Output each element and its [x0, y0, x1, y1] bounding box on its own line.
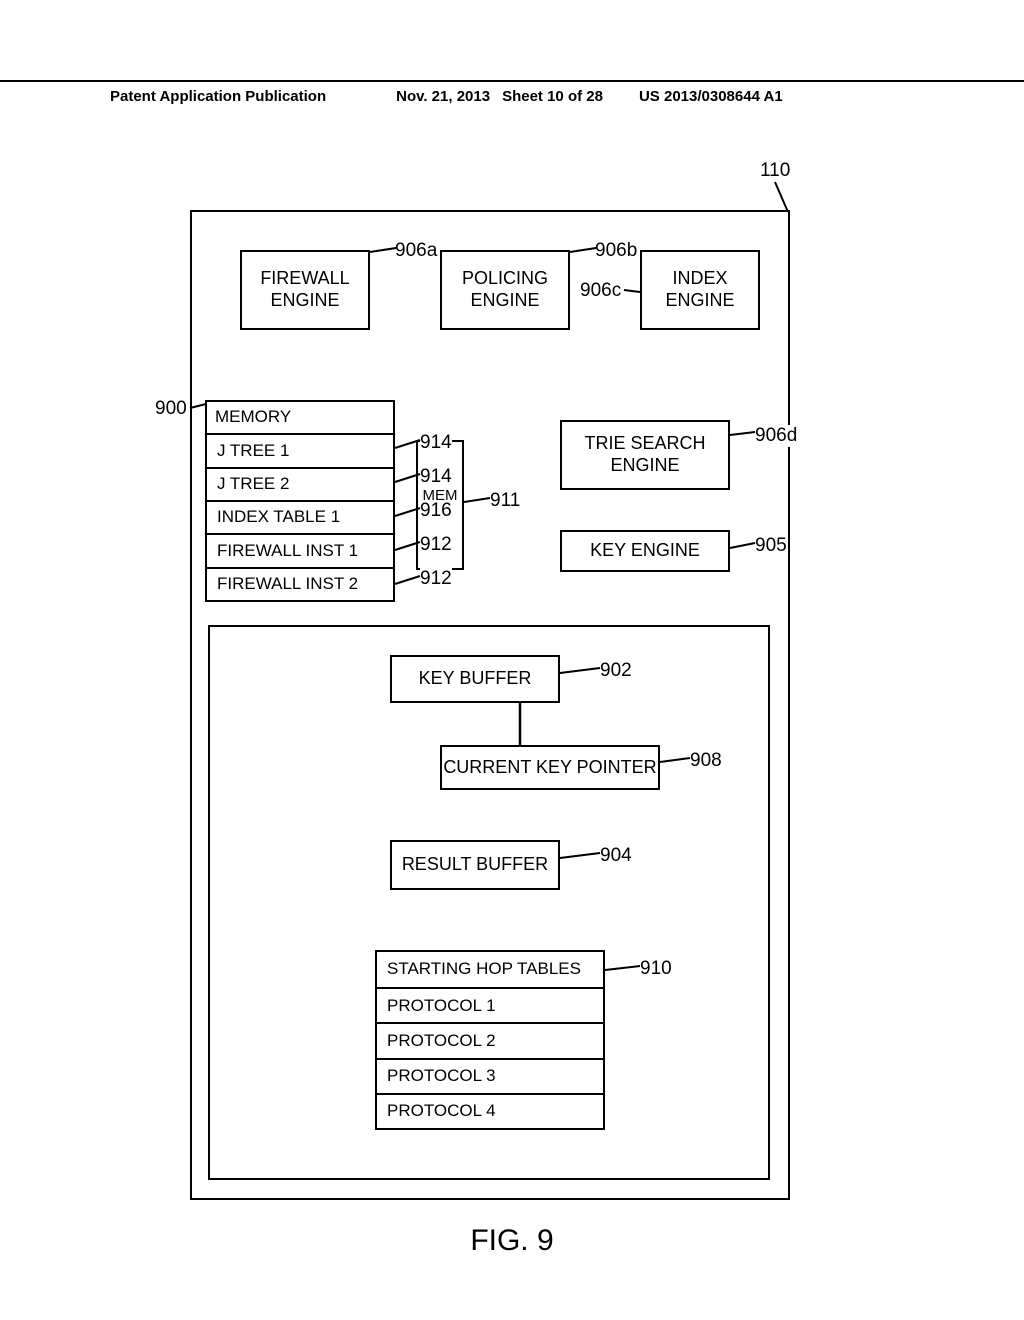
figure-diagram: FIREWALL ENGINE POLICING ENGINE INDEX EN… [100, 150, 890, 1210]
memory-title: MEMORY [207, 402, 393, 433]
memory-box: MEMORY J TREE 1 J TREE 2 INDEX TABLE 1 F… [205, 400, 395, 602]
ref-914a: 914 [420, 432, 452, 454]
ref-914b: 914 [420, 466, 452, 488]
header-pubno: US 2013/0308644 A1 [639, 88, 783, 105]
figure-caption: FIG. 9 [0, 1224, 1024, 1258]
page-header: Patent Application Publication Nov. 21, … [0, 80, 1024, 105]
result-buffer-box: RESULT BUFFER [390, 840, 560, 890]
policing-engine-box: POLICING ENGINE [440, 250, 570, 330]
key-engine-box: KEY ENGINE [560, 530, 730, 572]
header-publication: Patent Application Publication [110, 88, 326, 105]
memory-row-fw2: FIREWALL INST 2 [207, 567, 393, 600]
ref-906b: 906b [595, 240, 637, 262]
index-engine-box: INDEX ENGINE [640, 250, 760, 330]
ref-908: 908 [690, 750, 722, 772]
ref-905: 905 [755, 535, 787, 557]
ref-912b: 912 [420, 568, 452, 590]
ref-906a: 906a [395, 240, 437, 262]
hop-row-4: PROTOCOL 4 [377, 1093, 603, 1128]
hop-row-3: PROTOCOL 3 [377, 1058, 603, 1093]
firewall-engine-box: FIREWALL ENGINE [240, 250, 370, 330]
ref-911: 911 [490, 490, 520, 512]
memory-row-indextable: INDEX TABLE 1 [207, 500, 393, 533]
current-key-pointer-box: CURRENT KEY POINTER [440, 745, 660, 790]
ref-906c: 906c [580, 280, 621, 302]
hop-row-1: PROTOCOL 1 [377, 987, 603, 1022]
hop-title: STARTING HOP TABLES [377, 952, 603, 987]
key-buffer-box: KEY BUFFER [390, 655, 560, 703]
ref-916: 916 [420, 500, 452, 522]
ref-110: 110 [760, 160, 790, 182]
ref-906d: 906d [755, 425, 797, 447]
ref-900: 900 [155, 398, 187, 420]
ref-904: 904 [600, 845, 632, 867]
memory-row-jtree2: J TREE 2 [207, 467, 393, 500]
ref-910: 910 [640, 958, 672, 980]
trie-search-engine-box: TRIE SEARCH ENGINE [560, 420, 730, 490]
header-date: Nov. 21, 2013 [396, 88, 490, 105]
hop-tables-box: STARTING HOP TABLES PROTOCOL 1 PROTOCOL … [375, 950, 605, 1130]
memory-row-fw1: FIREWALL INST 1 [207, 533, 393, 566]
ref-902: 902 [600, 660, 632, 682]
header-sheet: Sheet 10 of 28 [502, 88, 603, 105]
memory-row-jtree1: J TREE 1 [207, 433, 393, 466]
ref-912a: 912 [420, 534, 452, 556]
hop-row-2: PROTOCOL 2 [377, 1022, 603, 1057]
